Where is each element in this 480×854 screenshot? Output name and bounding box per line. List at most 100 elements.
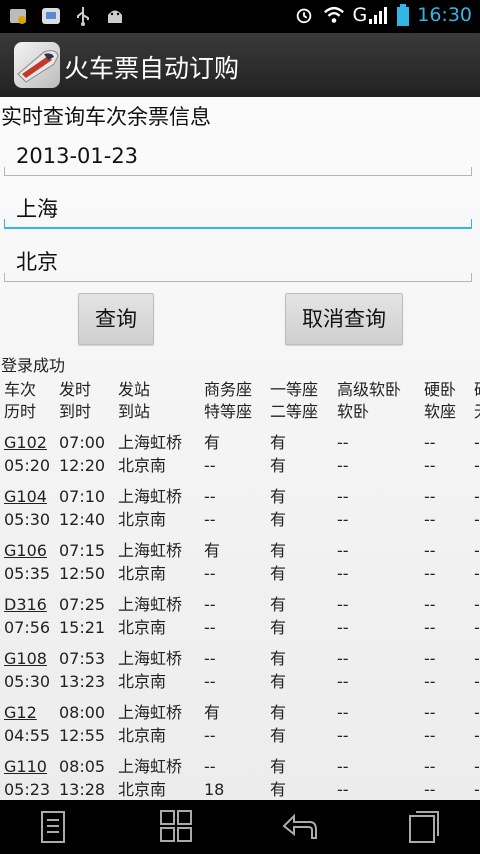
cell-second: 有 — [270, 672, 287, 691]
table-header-7-0: 硬 — [474, 379, 480, 401]
cell-business: -- — [204, 757, 216, 776]
date-field[interactable]: 2013-01-23 — [4, 136, 472, 176]
table-row[interactable]: G102 07:00 上海虹桥有有 -- -- -05:20 12:20 北京南 -- 有 -- --… — [0, 432, 480, 478]
cell-hard_sleeper: -- — [424, 541, 436, 560]
table-row[interactable]: G106 07:15 上海虹桥有有 -- -- -05:35 12:50 北京南 -- 有 -- --… — [0, 540, 480, 586]
train-number-link[interactable]: G110 — [4, 756, 47, 778]
cell-to: 北京南 — [118, 618, 167, 637]
cell-to: 北京南 — [118, 456, 167, 475]
cell-hard_sleeper: -- — [424, 757, 436, 776]
message-icon — [42, 8, 60, 24]
back-icon[interactable] — [280, 808, 320, 846]
signal-icon — [369, 7, 388, 24]
train-number-link[interactable]: G106 — [4, 540, 47, 562]
cell-depart: 08:00 — [59, 703, 106, 722]
cell-no_seat: - — [474, 456, 480, 475]
cell-soft_sleeper: -- — [337, 510, 349, 529]
cell-soft_sleeper: -- — [337, 456, 349, 475]
nav-bar — [0, 800, 480, 854]
table-row[interactable]: G108 07:53 上海虹桥 -- 有 -- -- -05:30 13:23 北京南 -- 有 -- -… — [0, 648, 480, 694]
cell-hard_seat: - — [474, 703, 480, 722]
cell-sr_deluxe: -- — [337, 757, 349, 776]
cell-arrive: 12:55 — [59, 726, 106, 745]
cell-to: 北京南 — [118, 672, 167, 691]
cell-no_seat: - — [474, 726, 480, 745]
train-number-link[interactable]: G104 — [4, 486, 47, 508]
cell-no_seat: - — [474, 510, 480, 529]
cell-no_seat: - — [474, 780, 480, 799]
cell-duration: 04:55 — [4, 726, 51, 745]
menu-icon[interactable] — [34, 808, 74, 846]
table-header-5-1: 软卧 — [337, 402, 370, 421]
cell-duration: 05:23 — [4, 780, 51, 799]
cell-second: 有 — [270, 456, 287, 475]
train-logo-icon[interactable] — [14, 42, 60, 88]
table-row[interactable]: G110 08:05 上海虹桥 -- 有 -- -- -05:23 13:28 北京南 18 有 -- -… — [0, 756, 480, 800]
cell-soft_seat: -- — [424, 456, 436, 475]
cell-no_seat: - — [474, 672, 480, 691]
train-number-link[interactable]: G102 — [4, 432, 47, 454]
table-header-3-1: 特等座 — [204, 402, 253, 421]
cell-arrive: 13:23 — [59, 672, 106, 691]
app-title: 火车票自动订购 — [64, 54, 240, 83]
action-bar: 火车票自动订购 — [0, 33, 480, 98]
table-row[interactable]: D316 07:25 上海虹桥 -- 有 -- -- -07:56 15:21 北京南 -- 有 -- -… — [0, 594, 480, 640]
cell-hard_sleeper: -- — [424, 595, 436, 614]
cell-soft_sleeper: -- — [337, 564, 349, 583]
cell-sr_deluxe: -- — [337, 703, 349, 722]
cell-from: 上海虹桥 — [118, 487, 183, 506]
cell-to: 北京南 — [118, 510, 167, 529]
to-station-field[interactable]: 北京 — [4, 242, 472, 282]
cell-hard_sleeper: -- — [424, 433, 436, 452]
table-header-0-1: 历时 — [4, 402, 37, 421]
cell-special: -- — [204, 618, 216, 637]
cell-from: 上海虹桥 — [118, 541, 183, 560]
table-header-1-1: 到时 — [59, 402, 92, 421]
cell-business: -- — [204, 649, 216, 668]
train-number-link[interactable]: D316 — [4, 594, 47, 616]
from-station-value: 上海 — [16, 197, 58, 221]
table-header-0-0: 车次 — [4, 380, 37, 399]
recent-grid-icon[interactable] — [156, 808, 196, 846]
cell-soft_seat: -- — [424, 618, 436, 637]
cell-duration: 07:56 — [4, 618, 51, 637]
cell-depart: 07:53 — [59, 649, 106, 668]
cell-depart: 07:15 — [59, 541, 106, 560]
recent-apps-icon[interactable] — [404, 808, 444, 846]
cell-first: 有 — [270, 541, 287, 560]
cell-arrive: 15:21 — [59, 618, 106, 637]
query-button[interactable]: 查询 — [78, 293, 154, 345]
cell-to: 北京南 — [118, 564, 167, 583]
cell-no_seat: - — [474, 564, 480, 583]
cell-arrive: 12:20 — [59, 456, 106, 475]
table-header-6-1: 软座 — [424, 402, 457, 421]
train-number-link[interactable]: G12 — [4, 702, 37, 724]
cell-arrive: 13:28 — [59, 780, 106, 799]
cell-duration: 05:30 — [4, 510, 51, 529]
cell-duration: 05:35 — [4, 564, 51, 583]
battery-icon — [397, 4, 410, 26]
cell-duration: 05:30 — [4, 672, 51, 691]
cell-business: 有 — [204, 433, 221, 452]
alarm-icon — [296, 8, 311, 24]
table-row[interactable]: G12 08:00 上海虹桥有有 -- -- -04:55 12:55 北京南 -- 有 -- -- - — [0, 702, 480, 748]
train-number-link[interactable]: G108 — [4, 648, 47, 670]
cell-special: -- — [204, 672, 216, 691]
cell-from: 上海虹桥 — [118, 433, 183, 452]
cell-soft_sleeper: -- — [337, 726, 349, 745]
table-row[interactable]: G104 07:10 上海虹桥 -- 有 -- -- -05:30 12:40 北京南 -- 有 -- -… — [0, 486, 480, 532]
cell-second: 有 — [270, 726, 287, 745]
cell-special: -- — [204, 456, 216, 475]
cell-to: 北京南 — [118, 726, 167, 745]
usb-icon — [77, 7, 89, 26]
cell-business: -- — [204, 487, 216, 506]
cell-duration: 05:20 — [4, 456, 51, 475]
section-title: 实时查询车次余票信息 — [1, 105, 211, 129]
cancel-query-button[interactable]: 取消查询 — [285, 293, 403, 345]
cell-hard_seat: - — [474, 649, 480, 668]
cell-arrive: 12:50 — [59, 564, 106, 583]
cell-sr_deluxe: -- — [337, 541, 349, 560]
from-station-field[interactable]: 上海 — [4, 189, 472, 229]
cell-first: 有 — [270, 757, 287, 776]
table-header-7-1: 无 — [474, 401, 480, 423]
